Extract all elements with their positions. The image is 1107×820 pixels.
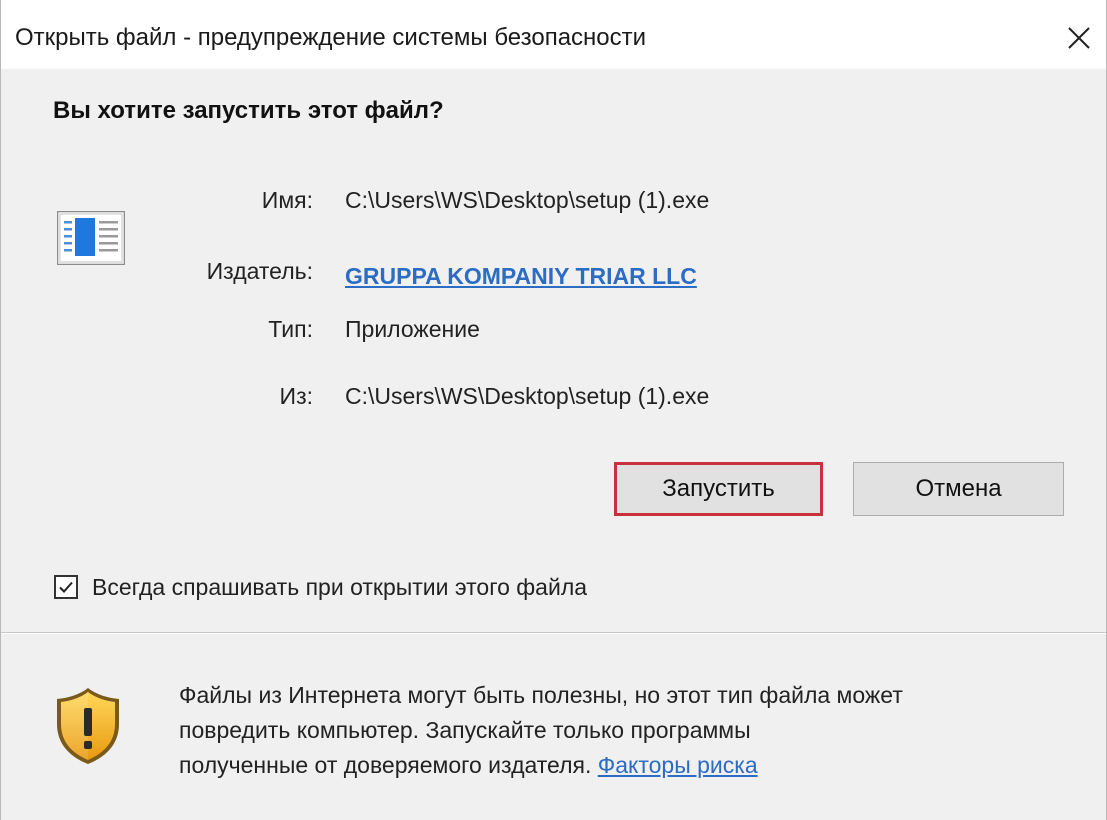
title-bar: Открыть файл - предупреждение системы бе… xyxy=(1,0,1106,69)
cancel-button[interactable]: Отмена xyxy=(853,462,1064,516)
risk-factors-link[interactable]: Факторы риска xyxy=(598,752,758,778)
warning-line-1: Файлы из Интернета могут быть полезны, н… xyxy=(179,682,903,708)
always-ask-checkbox[interactable] xyxy=(54,575,78,599)
name-value: C:\Users\WS\Desktop\setup (1).exe xyxy=(345,187,710,213)
publisher-link[interactable]: GRUPPA KOMPANIY TRIAR LLC xyxy=(345,262,697,290)
divider xyxy=(1,632,1106,634)
run-button[interactable]: Запустить xyxy=(614,462,823,516)
from-value: C:\Users\WS\Desktop\setup (1).exe xyxy=(345,383,710,409)
security-warning-text: Файлы из Интернета могут быть полезны, н… xyxy=(179,678,1084,783)
security-warning-dialog: Открыть файл - предупреждение системы бе… xyxy=(0,0,1107,820)
close-button[interactable] xyxy=(1059,18,1099,58)
type-value: Приложение xyxy=(345,316,480,342)
checkmark-icon xyxy=(59,581,73,593)
type-label: Тип: xyxy=(268,316,313,342)
from-label: Из: xyxy=(279,383,313,409)
warning-line-3-text: полученные от доверяемого издателя. xyxy=(179,752,592,778)
window-title: Открыть файл - предупреждение системы бе… xyxy=(15,24,647,51)
warning-line-3: полученные от доверяемого издателя. Факт… xyxy=(179,748,1084,783)
close-icon xyxy=(1068,27,1090,49)
warning-line-2: повредить компьютер. Запускайте только п… xyxy=(179,717,751,743)
application-window-icon xyxy=(57,211,125,265)
shield-warning-icon xyxy=(57,688,119,764)
always-ask-label: Всегда спрашивать при открытии этого фай… xyxy=(92,574,588,600)
publisher-label: Издатель: xyxy=(206,258,313,284)
dialog-question: Вы хотите запустить этот файл? xyxy=(53,97,444,124)
name-label: Имя: xyxy=(261,187,313,213)
